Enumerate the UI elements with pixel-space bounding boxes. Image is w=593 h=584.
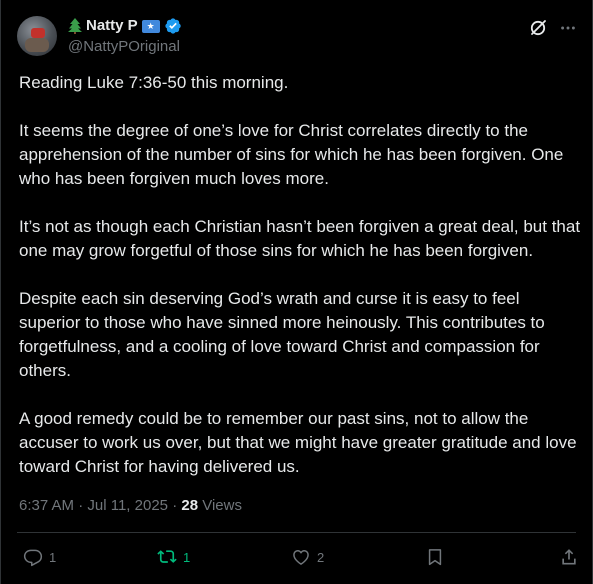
post-paragraph: It’s not as though each Christian hasn’t…: [19, 217, 585, 260]
like-count: 2: [317, 549, 325, 565]
repost-count: 1: [183, 549, 191, 565]
like-icon: [293, 550, 309, 565]
avatar[interactable]: [17, 16, 57, 56]
bookmark-icon: [428, 549, 442, 566]
post-text: Reading Luke 7:36-50 this morning. It se…: [19, 71, 585, 503]
views-count: 28: [181, 497, 199, 514]
flag-icon: ★: [141, 19, 160, 33]
post-paragraph: A good remedy could be to remember our p…: [19, 409, 582, 476]
more-icon[interactable]: [558, 18, 578, 38]
share-button[interactable]: [559, 546, 579, 568]
reply-icon: [23, 549, 43, 567]
author-info: Natty P ★ @NattyPOriginal: [68, 16, 182, 57]
display-name[interactable]: Natty P: [86, 16, 138, 36]
post-paragraph: Reading Luke 7:36-50 this morning.: [19, 73, 289, 92]
meta-separator: ·: [172, 497, 178, 514]
like-button[interactable]: 2: [291, 546, 324, 568]
repost-icon: [157, 550, 177, 563]
repost-button[interactable]: 1: [157, 546, 190, 568]
divider: [17, 532, 576, 533]
views-label: Views: [202, 497, 242, 514]
reply-button[interactable]: 1: [23, 546, 56, 568]
meta-separator: ·: [78, 497, 84, 514]
bookmark-button[interactable]: [425, 546, 445, 568]
post-meta: 6:37 AM · Jul 11, 2025 · 28 Views: [19, 496, 242, 516]
post-paragraph: Despite each sin deserving God’s wrath a…: [19, 289, 550, 380]
post-paragraph: It seems the degree of one’s love for Ch…: [19, 121, 569, 188]
post-date[interactable]: Jul 11, 2025: [87, 497, 168, 514]
tree-icon: [68, 18, 82, 34]
action-bar: 1 1 2: [19, 546, 578, 568]
post-header: Natty P ★ @NattyPOriginal: [17, 14, 578, 58]
reply-count: 1: [49, 549, 57, 565]
author-handle[interactable]: @NattyPOriginal: [68, 37, 182, 57]
share-icon: [562, 549, 576, 565]
author-name-row[interactable]: Natty P ★: [68, 16, 182, 36]
verified-icon[interactable]: [164, 17, 182, 35]
post-time[interactable]: 6:37 AM: [19, 497, 74, 514]
grok-icon[interactable]: [528, 18, 548, 38]
post-detail: Natty P ★ @NattyPOriginal Reading Luke 7…: [0, 0, 593, 584]
